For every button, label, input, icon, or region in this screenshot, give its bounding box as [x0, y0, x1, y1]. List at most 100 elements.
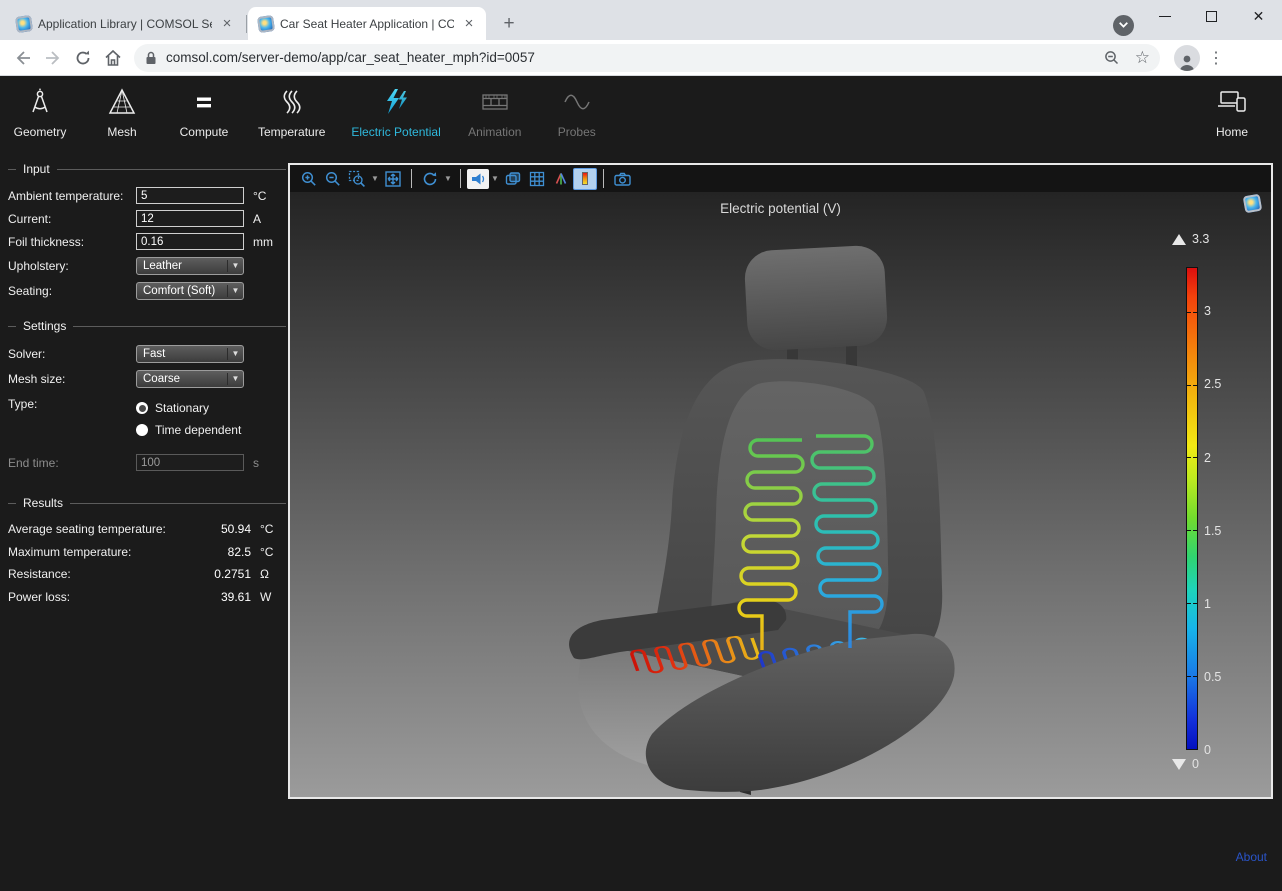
chevron-down-icon[interactable]: ▼ — [489, 174, 501, 183]
field-unit: A — [253, 212, 261, 226]
solver-select[interactable]: Fast▼ — [136, 345, 244, 363]
parameter-sidebar: Input Ambient temperature: °C Current: A… — [8, 160, 286, 608]
graphics-panel: ▼ ▼ ▼ — [288, 163, 1273, 799]
minimize-button[interactable] — [1141, 0, 1188, 32]
back-icon[interactable] — [8, 43, 38, 73]
chrome-status-icon[interactable] — [1113, 15, 1134, 36]
field-label: Ambient temperature: — [8, 189, 136, 203]
section-title: Input — [23, 162, 50, 176]
ribbon-home-button[interactable]: Home — [1204, 86, 1260, 139]
legend-tick-label: 3 — [1204, 304, 1211, 318]
browser-window: Application Library | COMSOL Se × Car Se… — [0, 0, 1282, 891]
legend-tick-label: 1.5 — [1204, 524, 1221, 538]
browser-menu-icon[interactable]: ⋮ — [1206, 48, 1226, 68]
tab-title: Car Seat Heater Application | CO — [280, 17, 454, 31]
ribbon-label: Home — [1216, 125, 1248, 139]
color-legend-toggle-icon[interactable] — [573, 168, 597, 190]
comsol-logo-icon — [1243, 194, 1263, 214]
foil-thickness-input[interactable] — [136, 233, 244, 250]
about-link[interactable]: About — [1236, 850, 1267, 864]
home-devices-icon — [1215, 86, 1249, 118]
geometry-compass-icon — [25, 86, 55, 118]
legend-min-marker: 0 — [1172, 757, 1199, 771]
plot-area[interactable]: Electric potential (V) 3.3 3 2.5 2 — [290, 192, 1271, 797]
field-unit: °C — [253, 189, 266, 203]
tab-application-library[interactable]: Application Library | COMSOL Se × — [6, 7, 244, 40]
app-ribbon: Geometry Mesh Compute — [0, 76, 1282, 154]
new-tab-button[interactable]: + — [496, 11, 522, 37]
zoom-page-icon[interactable] — [1103, 49, 1121, 67]
result-value: 39.61 — [199, 590, 251, 604]
scene-light-icon[interactable] — [467, 169, 489, 189]
legend-tick-label: 0 — [1204, 743, 1211, 757]
upholstery-select[interactable]: Leather▼ — [136, 257, 244, 275]
tab-strip: Application Library | COMSOL Se × Car Se… — [0, 0, 1282, 40]
forward-icon[interactable] — [38, 43, 68, 73]
address-bar[interactable]: comsol.com/server-demo/app/car_seat_heat… — [134, 44, 1160, 72]
chevron-down-icon[interactable]: ▼ — [369, 174, 381, 183]
close-button[interactable]: ✕ — [1235, 0, 1282, 32]
mesh-size-select[interactable]: Coarse▼ — [136, 370, 244, 388]
mesh-triangle-icon — [107, 86, 137, 118]
field-label: Solver: — [8, 347, 136, 361]
field-label: Type: — [8, 397, 136, 411]
legend-tick-label: 2 — [1204, 451, 1211, 465]
ribbon-probes-button: Probes — [549, 86, 605, 139]
result-value: 82.5 — [199, 545, 251, 559]
min-triangle-icon — [1172, 759, 1186, 770]
tab-close-icon[interactable]: × — [460, 15, 478, 33]
ribbon-temperature-button[interactable]: Temperature — [258, 86, 325, 139]
field-unit: s — [253, 456, 259, 470]
axes-orientation-icon[interactable] — [549, 168, 573, 190]
legend-tick-label: 2.5 — [1204, 377, 1221, 391]
reload-icon[interactable] — [68, 43, 98, 73]
seating-select[interactable]: Comfort (Soft)▼ — [136, 282, 244, 300]
car-seat-3d-model[interactable] — [290, 192, 1271, 797]
chevron-down-icon: ▼ — [227, 260, 243, 272]
tab-car-seat-heater[interactable]: Car Seat Heater Application | CO × — [248, 7, 486, 40]
zoom-extents-icon[interactable] — [381, 168, 405, 190]
snapshot-camera-icon[interactable] — [610, 168, 634, 190]
current-input[interactable] — [136, 210, 244, 227]
result-unit: °C — [260, 545, 286, 559]
field-label: End time: — [8, 456, 136, 470]
ribbon-mesh-button[interactable]: Mesh — [94, 86, 150, 139]
zoom-in-icon[interactable] — [297, 168, 321, 190]
bookmark-star-icon[interactable]: ☆ — [1135, 48, 1150, 68]
graphics-toolbar: ▼ ▼ ▼ — [290, 165, 1271, 192]
temperature-heat-waves-icon — [277, 86, 307, 118]
ambient-temperature-input[interactable] — [136, 187, 244, 204]
ribbon-label: Temperature — [258, 125, 325, 139]
end-time-input — [136, 454, 244, 471]
reset-view-icon[interactable] — [418, 168, 442, 190]
result-value: 0.2751 — [199, 567, 251, 581]
tab-close-icon[interactable]: × — [218, 15, 236, 33]
home-icon[interactable] — [98, 43, 128, 73]
chevron-down-icon[interactable]: ▼ — [442, 174, 454, 183]
section-title: Settings — [23, 319, 66, 333]
tab-title: Application Library | COMSOL Se — [38, 17, 212, 31]
zoom-box-icon[interactable] — [345, 168, 369, 190]
stationary-radio[interactable]: Stationary — [136, 401, 241, 415]
comsol-favicon-icon — [15, 14, 33, 32]
ribbon-electric-potential-button[interactable]: Electric Potential — [351, 86, 440, 139]
ribbon-animation-button: Animation — [467, 86, 523, 139]
wireframe-grid-icon[interactable] — [525, 168, 549, 190]
profile-avatar[interactable] — [1174, 45, 1200, 71]
probes-wave-icon — [562, 86, 592, 118]
electric-potential-bolt-icon — [381, 86, 411, 118]
ribbon-compute-button[interactable]: Compute — [176, 86, 232, 139]
comsol-app: Geometry Mesh Compute — [0, 76, 1282, 890]
chevron-down-icon: ▼ — [227, 285, 243, 297]
settings-section-header: Settings — [8, 319, 286, 333]
animation-filmstrip-icon — [480, 86, 510, 118]
input-section-header: Input — [8, 162, 286, 176]
time-dependent-radio[interactable]: Time dependent — [136, 423, 241, 437]
field-label: Foil thickness: — [8, 235, 136, 249]
url-text[interactable]: comsol.com/server-demo/app/car_seat_heat… — [166, 50, 1095, 65]
maximize-button[interactable] — [1188, 0, 1235, 32]
comsol-favicon-icon — [257, 14, 275, 32]
ribbon-geometry-button[interactable]: Geometry — [12, 86, 68, 139]
zoom-out-icon[interactable] — [321, 168, 345, 190]
transparency-icon[interactable] — [501, 168, 525, 190]
